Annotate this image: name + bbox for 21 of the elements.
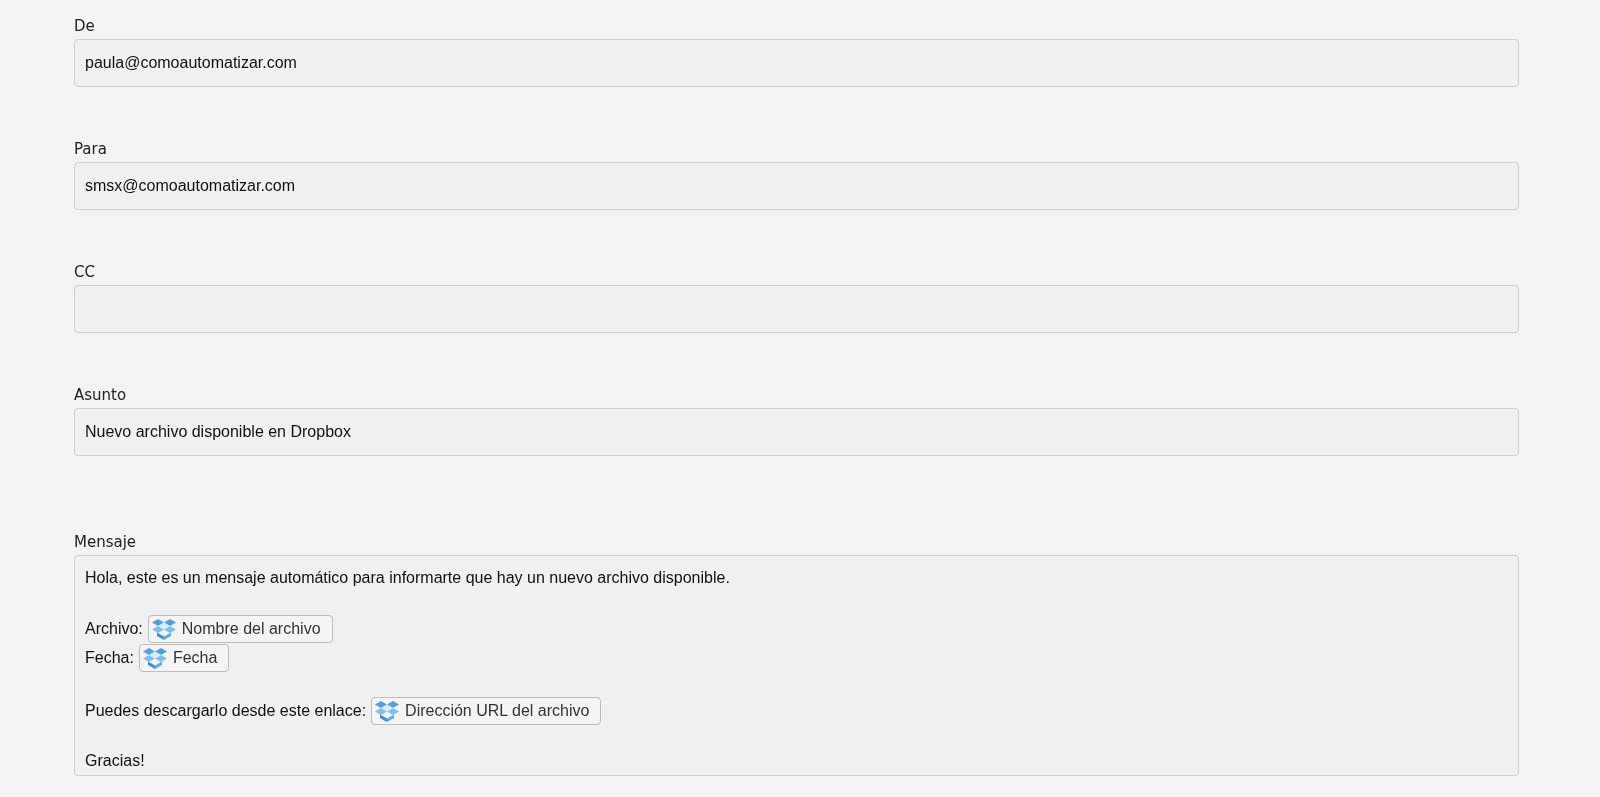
field-label: Para <box>74 139 107 159</box>
open-box-icon <box>375 699 400 722</box>
field-token[interactable]: Nombre del archivo <box>147 614 333 643</box>
message-text: Fecha: <box>85 647 134 668</box>
open-box-icon <box>151 617 176 640</box>
field-label: De <box>74 16 95 36</box>
message-text: Puedes descargarlo desde este enlace: <box>85 700 367 721</box>
input-field[interactable]: Nuevo archivo disponible en Dropbox <box>74 408 1519 456</box>
message-field[interactable] <box>74 555 1519 776</box>
field-label: Mensaje <box>74 532 137 552</box>
open-box-icon <box>142 646 167 669</box>
input-field[interactable] <box>74 285 1519 333</box>
field-label: Asunto <box>74 385 127 405</box>
field-token[interactable]: Fecha <box>138 643 230 672</box>
message-text: Gracias! <box>85 751 145 771</box>
input-field[interactable]: paula@comoautomatizar.com <box>74 39 1519 87</box>
field-label: CC <box>74 262 95 282</box>
field-token[interactable]: Dirección URL del archivo <box>371 696 602 725</box>
message-text: Archivo: <box>85 618 143 639</box>
message-text: Hola, este es un mensaje automático para informarte que hay un nuevo archivo disponible. <box>85 568 730 588</box>
input-field[interactable]: smsx@comoautomatizar.com <box>74 162 1519 210</box>
